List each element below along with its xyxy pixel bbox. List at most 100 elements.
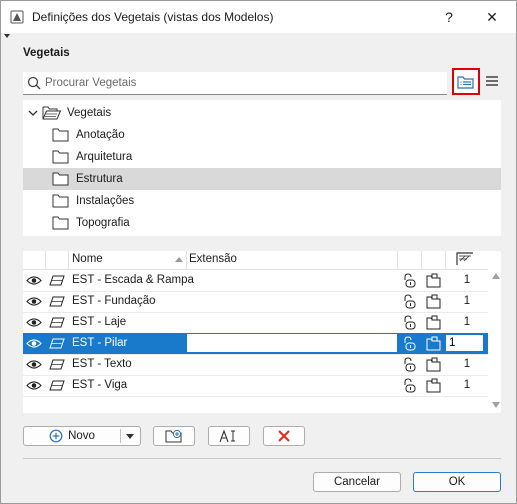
close-icon: ✕: [486, 8, 498, 25]
tree-item-instalacoes[interactable]: Instalações: [23, 190, 501, 212]
eye-icon[interactable]: [26, 275, 42, 286]
intersection-group-value[interactable]: 1: [461, 316, 473, 328]
layer-name: EST - Viga: [72, 379, 128, 391]
sort-ascending-icon: [175, 257, 183, 262]
column-header-extension[interactable]: Extensão: [189, 253, 237, 265]
intersection-group-value: 1: [449, 337, 456, 349]
table-row[interactable]: EST - Texto 1: [23, 354, 488, 376]
tree-root-vegetais[interactable]: Vegetais: [23, 102, 501, 124]
layer-name: EST - Texto: [72, 358, 132, 370]
collapse-triangle-icon[interactable]: [4, 34, 10, 38]
lock-icon[interactable]: [402, 357, 416, 372]
tree-item-anotacao[interactable]: Anotação: [23, 124, 501, 146]
close-button[interactable]: ✕: [477, 5, 507, 29]
tree-item-estrutura[interactable]: Estrutura: [23, 168, 501, 190]
folder-state-icon[interactable]: [426, 273, 441, 288]
folder-icon: [52, 216, 69, 230]
intersection-group-value[interactable]: 1: [461, 379, 473, 391]
intersection-group-value[interactable]: 1: [461, 295, 473, 307]
tree-item-label: Topografia: [76, 217, 130, 229]
folder-list-icon: [457, 75, 474, 89]
tree-item-label: Anotação: [76, 129, 125, 141]
folder-tree: Vegetais Anotação Arquitetura Estrutura …: [23, 100, 501, 236]
intersection-hatch-icon: [456, 252, 473, 265]
layer-name: EST - Fundação: [72, 295, 156, 307]
layer-plane-icon: [49, 380, 65, 391]
layer-name: EST - Pilar: [72, 337, 128, 349]
layer-plane-icon: [49, 296, 65, 307]
layer-plane-icon: [49, 317, 65, 328]
add-circle-icon: [49, 429, 63, 443]
eye-icon[interactable]: [26, 380, 42, 391]
column-header-name[interactable]: Nome: [72, 253, 103, 265]
folder-icon: [52, 128, 69, 142]
tree-item-label: Estrutura: [76, 173, 123, 185]
delete-button[interactable]: [263, 426, 305, 446]
eye-icon[interactable]: [26, 296, 42, 307]
delete-x-icon: [278, 430, 290, 442]
table-row[interactable]: EST - Escada & Rampa 1: [23, 270, 488, 292]
app-logo-icon: [10, 10, 24, 24]
table-row[interactable]: EST - Viga 1: [23, 375, 488, 397]
section-label: Vegetais: [23, 47, 70, 59]
folder-view-button[interactable]: [452, 68, 480, 95]
lock-icon[interactable]: [402, 378, 416, 393]
new-folder-button[interactable]: [153, 426, 195, 446]
tree-root-label: Vegetais: [67, 107, 112, 119]
hamburger-menu-icon[interactable]: [485, 74, 499, 88]
new-button-label: Novo: [68, 430, 95, 442]
intersection-group-field[interactable]: 1: [445, 334, 484, 352]
folder-state-icon[interactable]: [426, 294, 441, 309]
help-button[interactable]: ?: [434, 5, 464, 29]
layer-plane-icon: [49, 275, 65, 286]
title-bar: Definições dos Vegetais (vistas dos Mode…: [1, 1, 516, 33]
folder-state-icon[interactable]: [426, 378, 441, 393]
dialog-window: Definições dos Vegetais (vistas dos Mode…: [0, 0, 517, 504]
tree-item-topografia[interactable]: Topografia: [23, 212, 501, 234]
vertical-scrollbar[interactable]: [489, 269, 501, 413]
open-folder-icon: [42, 106, 62, 120]
layer-plane-icon: [49, 338, 65, 349]
ok-label: OK: [448, 476, 466, 488]
table-row[interactable]: EST - Fundação 1: [23, 291, 488, 313]
table-row[interactable]: EST - Laje 1: [23, 312, 488, 334]
eye-icon[interactable]: [26, 359, 42, 370]
folder-state-icon[interactable]: [426, 336, 441, 351]
window-title: Definições dos Vegetais (vistas dos Mode…: [32, 10, 274, 24]
new-button[interactable]: Novo: [23, 426, 141, 446]
eye-icon[interactable]: [26, 317, 42, 328]
help-label: ?: [445, 9, 453, 25]
lock-icon[interactable]: [402, 315, 416, 330]
intersection-group-value[interactable]: 1: [461, 274, 473, 286]
folder-state-icon[interactable]: [426, 357, 441, 372]
folder-state-icon[interactable]: [426, 315, 441, 330]
ok-button[interactable]: OK: [413, 472, 501, 492]
search-box: [23, 72, 447, 95]
search-input[interactable]: [45, 74, 440, 92]
new-folder-icon: [165, 429, 182, 443]
table-row[interactable]: EST - Pilar 1: [23, 333, 488, 355]
rename-icon: [219, 429, 235, 443]
tree-item-label: Arquitetura: [76, 151, 133, 163]
intersection-group-value[interactable]: 1: [461, 358, 473, 370]
tree-item-label: Instalações: [76, 195, 135, 207]
layer-name: EST - Laje: [72, 316, 127, 328]
scroll-down-icon[interactable]: [492, 402, 500, 408]
rename-button[interactable]: [208, 426, 250, 446]
lock-icon[interactable]: [402, 273, 416, 288]
layer-name: EST - Escada & Rampa: [72, 274, 194, 286]
folder-icon: [52, 194, 69, 208]
lock-icon[interactable]: [402, 336, 416, 351]
folder-icon: [52, 150, 69, 164]
lock-icon[interactable]: [402, 294, 416, 309]
extension-field[interactable]: [187, 334, 397, 352]
new-main-button[interactable]: Novo: [24, 427, 120, 445]
chevron-down-icon[interactable]: [28, 108, 38, 118]
cancel-button[interactable]: Cancelar: [313, 472, 401, 492]
scroll-up-icon[interactable]: [492, 273, 500, 279]
table-header: Nome Extensão: [23, 251, 488, 270]
new-dropdown-arrow-icon[interactable]: [126, 434, 134, 439]
tree-item-arquitetura[interactable]: Arquitetura: [23, 146, 501, 168]
layer-table: Nome Extensão EST - Escada & Rampa 1 EST -…: [23, 251, 501, 413]
eye-icon[interactable]: [26, 338, 42, 349]
